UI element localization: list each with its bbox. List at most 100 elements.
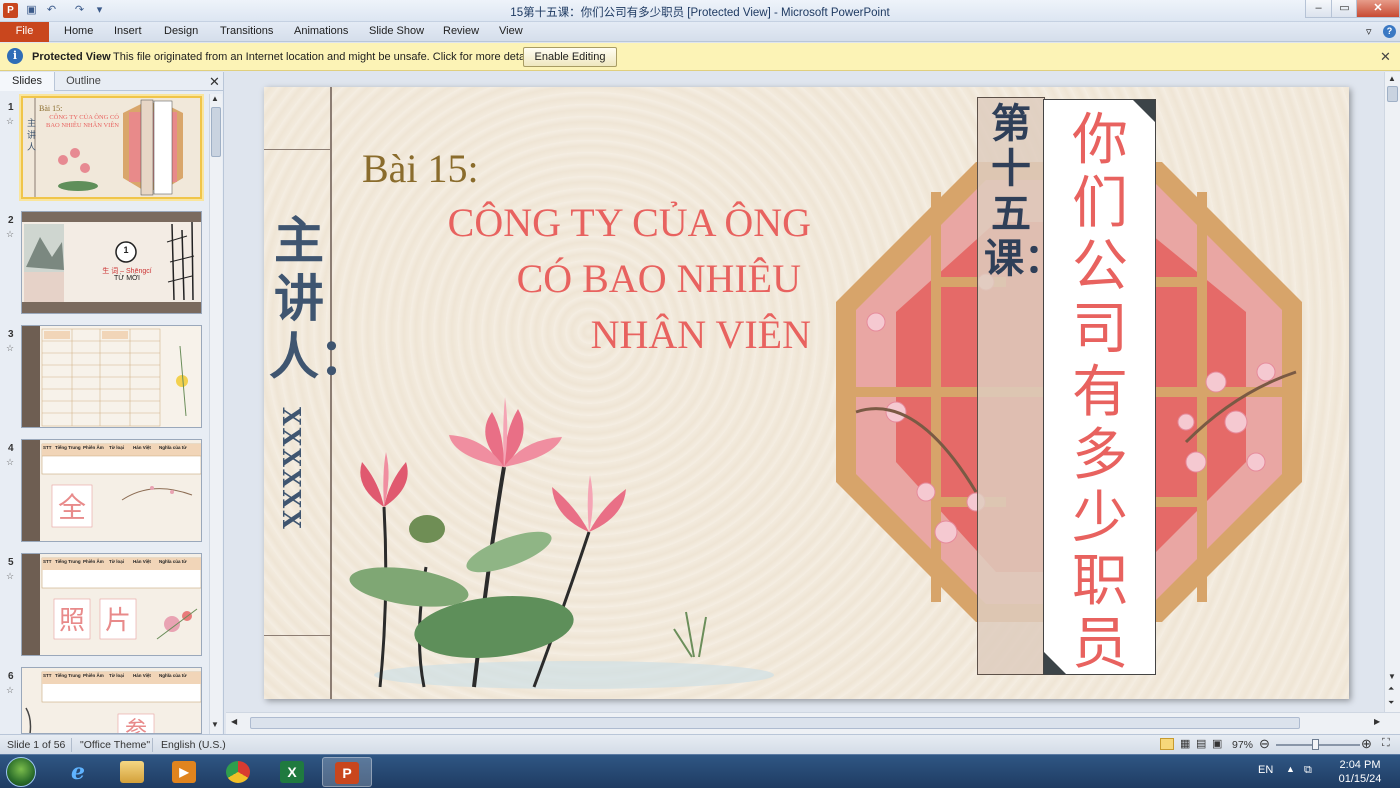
- zoom-slider-thumb[interactable]: [1312, 739, 1319, 750]
- slide-number: 1: [8, 102, 14, 113]
- zoom-in-icon[interactable]: ⊕: [1361, 736, 1372, 752]
- close-pane-icon[interactable]: ✕: [209, 74, 220, 90]
- taskbar-media-player[interactable]: ▶: [160, 757, 210, 787]
- taskbar-chrome[interactable]: [214, 757, 264, 787]
- clock-date[interactable]: 01/15/24: [1324, 773, 1396, 785]
- start-button[interactable]: [6, 757, 36, 787]
- tab-animations[interactable]: Animations: [294, 25, 348, 37]
- scroll-down-icon[interactable]: ▼: [211, 720, 219, 729]
- slide-thumbnail-5[interactable]: STT Tiếng Trung Phiên Âm Từ loại Hán Việ…: [21, 553, 202, 656]
- next-slide-icon[interactable]: ⏷: [1388, 698, 1394, 708]
- fit-to-window-icon[interactable]: ⛶: [1382, 737, 1390, 750]
- header-cell: Phiên Âm: [83, 559, 104, 564]
- taskbar-powerpoint[interactable]: P: [322, 757, 372, 787]
- zoom-level[interactable]: 97%: [1232, 739, 1253, 751]
- header-cell: Nghĩa của từ: [159, 559, 187, 564]
- animation-star-icon: ☆: [6, 571, 15, 581]
- tab-slide-show[interactable]: Slide Show: [369, 25, 424, 37]
- status-bar: Slide 1 of 56 "Office Theme" English (U.…: [0, 734, 1400, 754]
- help-icon[interactable]: ?: [1383, 25, 1396, 38]
- close-button[interactable]: ✕: [1356, 0, 1400, 18]
- protected-view-title: Protected View: [32, 51, 111, 63]
- input-language[interactable]: EN: [1258, 764, 1273, 776]
- network-icon[interactable]: ⧉: [1304, 764, 1312, 777]
- separator: [152, 738, 153, 752]
- taskbar-file-explorer[interactable]: [108, 757, 158, 787]
- horizontal-scrollbar[interactable]: ◀ ▶: [226, 712, 1400, 734]
- header-cell: Phiên Âm: [83, 673, 104, 678]
- slide-number: 6: [8, 671, 14, 682]
- enable-editing-button[interactable]: Enable Editing: [523, 47, 617, 67]
- header-cell: Từ loại: [109, 445, 125, 450]
- current-slide[interactable]: 主讲人： XXXXXX Bài 15: CÔNG TY CỦA ÔNG CÓ B…: [264, 87, 1349, 699]
- clock-time[interactable]: 2:04 PM: [1324, 759, 1396, 771]
- svg-text:讲: 讲: [27, 129, 36, 141]
- scroll-left-icon[interactable]: ◀: [231, 717, 237, 726]
- maximize-button[interactable]: ▭: [1331, 0, 1358, 18]
- normal-view-icon[interactable]: [1160, 738, 1174, 750]
- slide-thumbnail-4[interactable]: STT Tiếng Trung Phiên Âm Từ loại Hán Việ…: [21, 439, 202, 542]
- language-status[interactable]: English (U.S.): [161, 739, 226, 751]
- taskbar-internet-explorer[interactable]: e: [54, 757, 104, 787]
- tab-design[interactable]: Design: [164, 25, 198, 37]
- tab-file[interactable]: File: [0, 22, 49, 42]
- media-player-icon: ▶: [172, 761, 196, 783]
- tab-review[interactable]: Review: [443, 25, 479, 37]
- slide-thumbnail-6[interactable]: STT Tiếng Trung Phiên Âm Từ loại Hán Việ…: [21, 667, 202, 734]
- tab-home[interactable]: Home: [64, 25, 93, 37]
- scroll-up-icon[interactable]: ▲: [1388, 74, 1396, 83]
- slide-thumbnail-3[interactable]: [21, 325, 202, 428]
- internet-explorer-icon: e: [71, 759, 85, 785]
- slide-number: 3: [8, 329, 14, 340]
- tab-insert[interactable]: Insert: [114, 25, 142, 37]
- header-cell: Hán Việt: [133, 559, 151, 564]
- scroll-right-icon[interactable]: ▶: [1374, 717, 1380, 726]
- previous-slide-icon[interactable]: ⏶: [1388, 684, 1394, 694]
- animation-star-icon: ☆: [6, 343, 15, 353]
- thumb-table-header: STT Tiếng Trung Phiên Âm Từ loại Hán Việ…: [43, 673, 201, 678]
- thumb-big-char: 照: [58, 606, 85, 636]
- slide-thumbnail-1[interactable]: 主 讲 人 Bài 15: CÔNG TY CỦA ÔNG CÓ BAO NHI…: [21, 96, 202, 199]
- slide-number: 5: [8, 557, 14, 568]
- lesson-number: Bài 15:: [362, 146, 479, 191]
- presenter-name: XXXXXX: [277, 407, 306, 531]
- vertical-scroll-thumb[interactable]: [1387, 86, 1398, 102]
- tab-slides[interactable]: Slides: [0, 72, 55, 91]
- minimize-button[interactable]: –: [1305, 0, 1332, 18]
- animation-star-icon: ☆: [6, 457, 15, 467]
- protected-view-bar: i Protected View This file originated fr…: [0, 43, 1400, 71]
- protected-view-message[interactable]: This file originated from an Internet lo…: [113, 51, 539, 63]
- taskbar-excel[interactable]: X: [268, 757, 318, 787]
- zoom-out-icon[interactable]: ⊖: [1259, 736, 1270, 752]
- slide-thumbnail-2[interactable]: 1 生 词 – Shēngcí TỪ MỚI: [21, 211, 202, 314]
- close-icon[interactable]: ✕: [1380, 49, 1391, 65]
- pane-scroll-thumb[interactable]: [211, 107, 221, 157]
- thumb-number-label: 1: [123, 245, 129, 255]
- title-bar: P ▣ ↶ ↷ ▾ 15第十五课：你们公司有多少职员 [Protected Vi…: [0, 0, 1400, 22]
- svg-text:主: 主: [27, 117, 36, 129]
- reading-view-icon[interactable]: ▤: [1196, 737, 1206, 750]
- slide-number: 2: [8, 215, 14, 226]
- header-cell: STT: [43, 673, 52, 678]
- show-hidden-icons-icon[interactable]: ▲: [1286, 764, 1295, 774]
- info-icon: i: [7, 48, 23, 64]
- expand-ribbon-icon[interactable]: ▿: [1366, 25, 1372, 38]
- vertical-scrollbar[interactable]: ▲ ▼ ⏶ ⏷: [1384, 72, 1400, 712]
- scroll-down-icon[interactable]: ▼: [1388, 672, 1396, 681]
- pane-scrollbar[interactable]: ▲ ▼: [209, 94, 222, 734]
- header-cell: STT: [43, 559, 52, 564]
- lesson-cn-label: 第十五课：: [984, 100, 1064, 282]
- thumb-vocab-vn-label: TỪ MỚI: [114, 275, 140, 282]
- slide-show-icon[interactable]: ▣: [1212, 737, 1222, 750]
- slide-sorter-icon[interactable]: ▦: [1180, 737, 1190, 750]
- slide-title-line: NHÂN VIÊN: [590, 312, 811, 357]
- tab-view[interactable]: View: [499, 25, 523, 37]
- window-title: 15第十五课：你们公司有多少职员 [Protected View] - Micr…: [510, 7, 890, 19]
- tab-outline[interactable]: Outline: [56, 72, 111, 91]
- horizontal-scroll-thumb[interactable]: [250, 717, 1300, 729]
- tab-transitions[interactable]: Transitions: [220, 25, 273, 37]
- theme-name[interactable]: "Office Theme": [80, 739, 150, 751]
- header-cell: STT: [43, 445, 52, 450]
- scroll-up-icon[interactable]: ▲: [211, 94, 219, 103]
- header-cell: Hán Việt: [133, 673, 151, 678]
